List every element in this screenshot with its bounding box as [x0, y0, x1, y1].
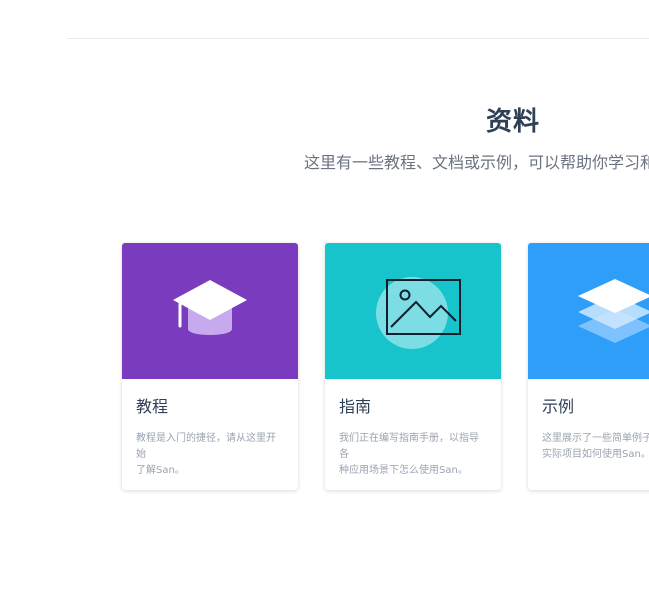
header-divider — [67, 38, 649, 39]
card-examples[interactable]: 示例 这里展示了一些简单例子， 实际项目如何使用San。 — [528, 243, 649, 490]
section-subtitle: 这里有一些教程、文档或示例，可以帮助你学习和 — [304, 153, 649, 172]
card-guide[interactable]: 指南 我们正在编写指南手册，以指导各 种应用场景下怎么使用San。 — [325, 243, 501, 490]
card-examples-body: 示例 这里展示了一些简单例子， 实际项目如何使用San。 — [528, 379, 649, 463]
card-tutorial-description: 教程是入门的捷径，请从这里开始 了解San。 — [136, 433, 276, 476]
card-tutorial-title: 教程 — [136, 397, 169, 416]
graduation-cap-icon — [122, 243, 298, 379]
section-title: 资料 — [486, 107, 541, 137]
page: 资料 这里有一些教程、文档或示例，可以帮助你学习和 教程 教程是入门的捷径，请从… — [0, 0, 649, 610]
card-tutorial-body: 教程 教程是入门的捷径，请从这里开始 了解San。 — [122, 379, 298, 479]
card-tutorial[interactable]: 教程 教程是入门的捷径，请从这里开始 了解San。 — [122, 243, 298, 490]
card-guide-title: 指南 — [339, 397, 372, 416]
card-examples-title: 示例 — [542, 397, 575, 416]
card-guide-media — [325, 243, 501, 379]
image-icon — [325, 243, 501, 379]
card-tutorial-media — [122, 243, 298, 379]
card-examples-media — [528, 243, 649, 379]
card-guide-description: 我们正在编写指南手册，以指导各 种应用场景下怎么使用San。 — [339, 433, 479, 476]
layers-icon — [528, 243, 649, 379]
card-examples-description: 这里展示了一些简单例子， 实际项目如何使用San。 — [542, 433, 649, 460]
card-guide-body: 指南 我们正在编写指南手册，以指导各 种应用场景下怎么使用San。 — [325, 379, 501, 479]
